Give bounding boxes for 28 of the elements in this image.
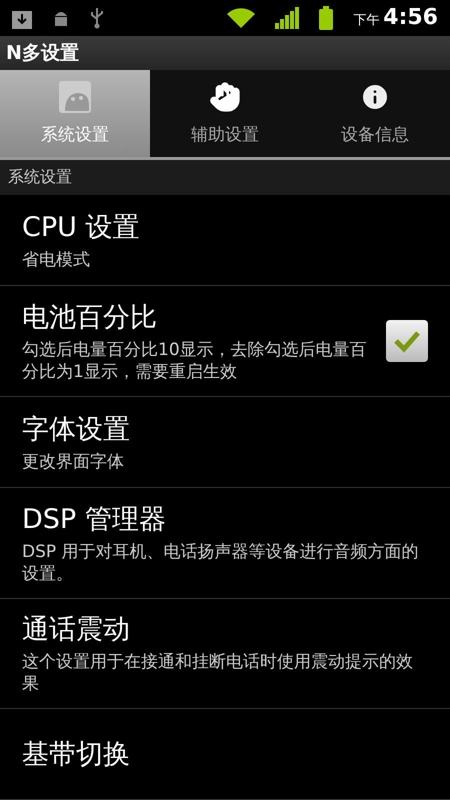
- signal-icon: [275, 6, 300, 29]
- item-summary: 这个设置用于在接通和挂断电话时使用震动提示的效果: [22, 651, 414, 696]
- time-period: 下午: [353, 13, 380, 28]
- item-title: 通话震动: [22, 613, 131, 648]
- check-icon: [393, 329, 421, 354]
- item-summary: DSP 用于对耳机、电话扬声器等设备进行音频方面的设置。: [22, 540, 420, 585]
- checkbox[interactable]: [386, 320, 428, 362]
- section-header: 系统设置: [0, 160, 450, 196]
- battery-icon: [319, 6, 334, 30]
- item-summary: 更改界面字体: [22, 450, 125, 474]
- item-title: 基带切换: [22, 738, 131, 772]
- settings-item[interactable]: 电池百分比 勾选后电量百分比10显示，去除勾选后电量百分比为1显示，需要重启生效: [0, 286, 450, 397]
- wifi-icon: [227, 6, 256, 29]
- settings-item[interactable]: 基带切换: [0, 709, 450, 800]
- app-title: N多设置: [6, 41, 79, 66]
- settings-item[interactable]: 字体设置 更改界面字体: [0, 396, 450, 488]
- settings-item[interactable]: DSP 管理器 DSP 用于对耳机、电话扬声器等设备进行音频方面的设置。: [0, 488, 450, 598]
- item-summary: 勾选后电量百分比10显示，去除勾选后电量百分比为1显示，需要重启生效: [22, 339, 368, 384]
- clock-time: 4:56: [383, 5, 438, 30]
- settings-item[interactable]: 通话震动 这个设置用于在接通和挂断电话时使用震动提示的效果: [0, 598, 450, 710]
- settings-item[interactable]: CPU 设置 省电模式: [0, 195, 450, 286]
- item-title: DSP 管理器: [22, 502, 167, 537]
- usb-icon: [90, 6, 104, 29]
- item-title: 电池百分比: [22, 301, 158, 336]
- item-title: CPU 设置: [22, 211, 140, 246]
- item-title: 字体设置: [22, 412, 131, 447]
- item-summary: 省电模式: [22, 249, 91, 272]
- hand-icon: [209, 81, 241, 114]
